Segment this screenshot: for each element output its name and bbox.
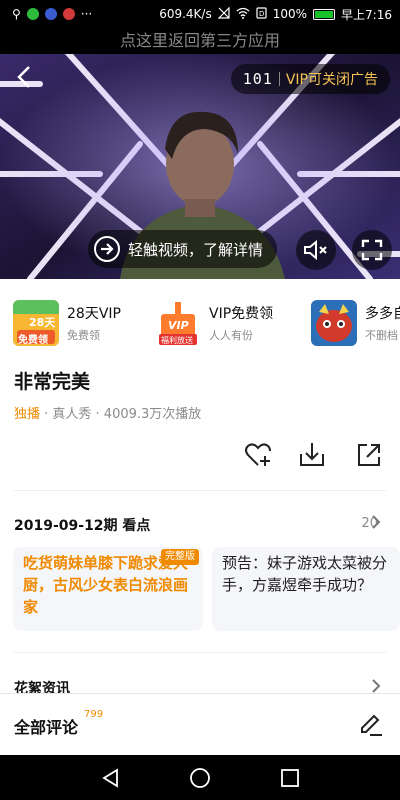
heart-plus-icon <box>245 443 271 466</box>
navigation-bar <box>0 755 400 800</box>
app-notification-icon <box>26 8 39 20</box>
show-title: 非常完美 <box>14 371 91 393</box>
share-icon <box>358 444 380 466</box>
mute-icon <box>304 239 327 261</box>
mute-button[interactable] <box>296 230 336 270</box>
promo-title: 多多自 <box>365 306 400 322</box>
battery-percent: 100% <box>272 7 308 21</box>
divider <box>14 490 386 491</box>
share-button[interactable] <box>354 440 384 470</box>
gift-bag-icon: 28天 免费领 <box>13 300 59 346</box>
divider <box>14 652 386 653</box>
promo-subtitle: 不删档 <box>365 329 398 342</box>
promo-item-28-day-vip[interactable]: 28天 免费领 28天VIP 免费领 <box>13 300 143 346</box>
promo-item-vip-free[interactable]: VIP 福利放送 VIP免费领 人人有份 <box>155 300 295 346</box>
promo-item-game[interactable]: 多多自 不删档 <box>311 300 400 346</box>
divider <box>278 72 280 86</box>
promo-badge-sub: 免费领 <box>18 335 48 346</box>
learn-more-button[interactable]: 轻触视频，了解详情 <box>88 230 278 268</box>
exclusive-badge: 独播 <box>14 407 41 422</box>
promo-badge: 28天 <box>29 316 56 329</box>
fullscreen-button[interactable] <box>352 230 392 270</box>
recents-nav-button[interactable] <box>280 768 300 792</box>
status-bar: ⚲ ··· 609.4K/s D 100% 早上7:16 <box>0 0 400 28</box>
circle-home-icon <box>190 768 210 788</box>
app-notification-icon <box>62 8 75 20</box>
promo-subtitle: 免费领 <box>67 329 100 342</box>
download-button[interactable] <box>297 440 327 470</box>
more-notifications-icon: ··· <box>80 7 93 21</box>
svg-text:D: D <box>259 10 264 18</box>
gift-box-icon: VIP 福利放送 <box>155 300 201 346</box>
arrow-right-circle-icon <box>94 236 120 262</box>
ad-countdown: 101 <box>242 70 273 88</box>
data-saver-icon: D <box>256 6 267 22</box>
show-meta: 独播 · 真人秀 · 4009.3万次播放 <box>14 403 201 422</box>
battery-icon <box>313 8 336 20</box>
back-nav-button[interactable] <box>101 768 121 792</box>
wifi-icon <box>236 7 250 22</box>
video-player[interactable]: 101 VIP可关闭广告 轻触视频，了解详情 <box>0 54 400 279</box>
write-comment-button[interactable] <box>358 712 384 742</box>
highlight-card[interactable]: 预告：妹子游戏太菜被分手，方嘉煜牵手成功？ <box>212 547 400 631</box>
return-to-app-banner[interactable]: 点这里返回第三方应用 <box>0 28 400 54</box>
highlight-card[interactable]: 吃货萌妹单膝下跪求爱大厨，古风少女表白流浪画家 完整版 <box>13 547 203 631</box>
learn-more-label: 轻触视频，了解详情 <box>128 240 264 259</box>
network-speed: 609.4K/s <box>159 7 212 21</box>
download-icon <box>300 443 324 466</box>
chevron-right-icon[interactable] <box>371 514 381 534</box>
square-recents-icon <box>281 769 299 787</box>
promo-row: 28天 免费领 28天VIP 免费领 VIP 福利放送 VIP免费领 人人有份 <box>0 300 400 350</box>
promo-badge-sub: 福利放送 <box>161 336 193 345</box>
comments-title[interactable]: 全部评论 <box>14 714 78 738</box>
comment-bar[interactable]: 全部评论 799 <box>0 693 400 755</box>
clock: 早上7:16 <box>341 7 392 22</box>
promo-badge: VIP <box>168 319 189 332</box>
promo-title: 28天VIP <box>67 306 121 322</box>
game-character-icon <box>311 300 357 346</box>
home-nav-button[interactable] <box>189 767 211 793</box>
comments-count: 799 <box>84 709 104 720</box>
show-meta-text: · 真人秀 · 4009.3万次播放 <box>40 407 202 422</box>
full-version-badge: 完整版 <box>161 549 199 565</box>
usb-icon: ⚲ <box>12 7 21 21</box>
app-notification-icon <box>44 8 57 20</box>
promo-title: VIP免费领 <box>209 306 274 322</box>
vip-close-ad-button[interactable]: VIP可关闭广告 <box>286 69 378 89</box>
highlight-card-text: 预告：妹子游戏太菜被分手，方嘉煜牵手成功？ <box>222 554 388 594</box>
promo-subtitle: 人人有份 <box>209 329 253 342</box>
episode-title: 2019-09-12期 看点 <box>14 518 151 534</box>
favorite-button[interactable] <box>243 440 273 470</box>
ad-countdown-pill[interactable]: 101 VIP可关闭广告 <box>230 64 390 94</box>
back-button[interactable] <box>14 64 38 92</box>
triangle-back-icon <box>102 768 118 788</box>
signal-off-icon <box>217 6 230 22</box>
fullscreen-icon <box>361 239 383 261</box>
pencil-icon <box>361 714 382 736</box>
